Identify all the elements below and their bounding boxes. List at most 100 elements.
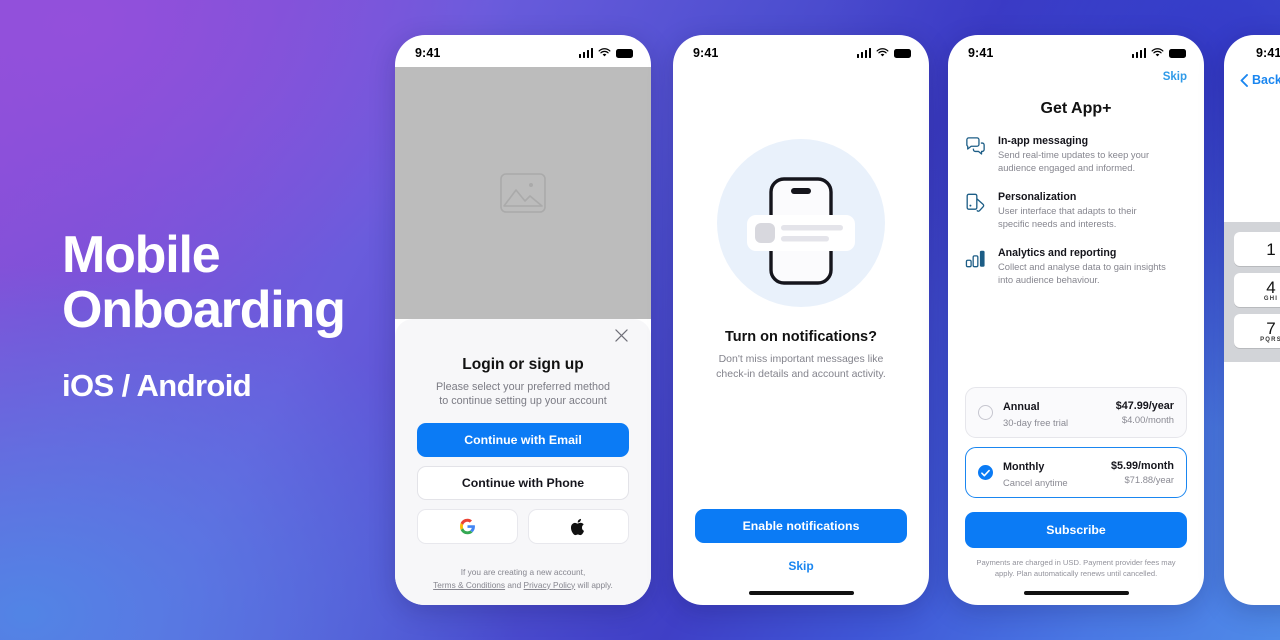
apple-icon (571, 518, 584, 535)
feature-desc-line1: Send real-time updates to keep your (998, 149, 1150, 160)
status-icons (578, 48, 633, 58)
cellular-signal-icon (1131, 48, 1146, 58)
login-subtitle-line1: Please select your preferred method (435, 381, 611, 393)
notifications-subtitle: Don't miss important messages like check… (716, 352, 886, 381)
feature-text: Analytics and reporting Collect and anal… (998, 247, 1166, 286)
key-letters: GHI (1263, 295, 1279, 302)
status-bar: 9:41 (673, 35, 929, 67)
feature-desc-line1: User interface that adapts to their (998, 205, 1137, 216)
key-7[interactable]: 7 PQRS (1234, 314, 1280, 348)
google-signin-button[interactable] (417, 509, 518, 544)
paywall-title: Get App+ (1040, 100, 1112, 117)
plan-info: Annual 30-day free trial (1003, 397, 1106, 428)
plan-price-detail: $71.88/year (1124, 474, 1174, 485)
image-icon (500, 173, 546, 213)
privacy-link[interactable]: Privacy Policy (524, 580, 576, 590)
home-indicator (748, 591, 854, 595)
enable-notifications-button[interactable]: Enable notifications (695, 509, 907, 543)
continue-with-email-button[interactable]: Continue with Email (417, 423, 629, 457)
plan-option-monthly[interactable]: Monthly Cancel anytime $5.99/month $71.8… (965, 447, 1187, 498)
feature-desc-line2: audience engaged and informed. (998, 161, 1136, 173)
google-icon (460, 518, 475, 535)
key-letters: PQRS (1260, 336, 1280, 343)
chevron-left-icon (1240, 73, 1248, 87)
login-bottom-sheet: Login or sign up Please select your pref… (395, 319, 651, 605)
verification-hint: D (1240, 211, 1280, 222)
feature-title: In-app messaging (998, 135, 1089, 147)
feature-desc: Send real-time updates to keep your audi… (998, 149, 1149, 174)
home-indicator (1023, 591, 1129, 595)
plan-pricing: $5.99/month $71.88/year (1111, 460, 1174, 485)
wifi-icon (876, 48, 889, 57)
subscribe-button[interactable]: Subscribe (965, 512, 1187, 548)
status-icons (856, 48, 911, 58)
back-label: Back (1252, 73, 1280, 87)
cellular-signal-icon (578, 48, 593, 58)
feature-title: Analytics and reporting (998, 247, 1117, 259)
plan-option-annual[interactable]: Annual 30-day free trial $47.99/year $4.… (965, 387, 1187, 438)
key-4[interactable]: 4 GHI (1234, 273, 1280, 307)
status-time: 9:41 (968, 46, 994, 60)
phone-screen-verification: 9:41 Back Your 4 D 1 2 (1224, 35, 1280, 605)
payment-note-line2: apply. Plan automatically renews until c… (994, 568, 1158, 578)
skip-link[interactable]: Skip (695, 559, 907, 573)
feature-desc-line2: specific needs and interests. (998, 217, 1117, 229)
plan-list: Annual 30-day free trial $47.99/year $4.… (965, 387, 1187, 595)
back-button[interactable]: Back (1240, 73, 1280, 87)
battery-icon (894, 48, 911, 58)
status-bar: 9:41 (395, 35, 651, 67)
page-subtitle: iOS / Android (62, 368, 252, 403)
key-1[interactable]: 1 (1234, 232, 1280, 266)
key-number: 7 (1266, 318, 1276, 338)
feature-item: In-app messaging Send real-time updates … (965, 135, 1187, 174)
close-icon[interactable] (615, 329, 633, 347)
otp-input-row: 4 (1240, 155, 1280, 197)
legal-and: and (505, 579, 524, 590)
feature-desc: Collect and analyse data to gain insight… (998, 261, 1166, 286)
image-placeholder (395, 67, 651, 319)
radio-selected-icon[interactable] (978, 465, 993, 480)
radio-unselected-icon[interactable] (978, 405, 993, 420)
notifications-subtitle-line1: Don't miss important messages like (718, 353, 884, 365)
status-time: 9:41 (415, 46, 441, 60)
paywall-body: Skip Get App+ In-app messaging Send real… (948, 67, 1204, 605)
plan-price-detail: $4.00/month (1121, 414, 1174, 425)
continue-with-phone-button[interactable]: Continue with Phone (417, 466, 629, 500)
payment-note: Payments are charged in USD. Payment pro… (965, 558, 1187, 579)
verification-prompt: Your (1240, 127, 1280, 139)
feature-title: Personalization (998, 191, 1077, 203)
plan-price: $47.99/year (1115, 400, 1174, 412)
key-number: 4 (1266, 277, 1276, 297)
feature-item: Personalization User interface that adap… (965, 191, 1187, 230)
status-time: 9:41 (1256, 46, 1280, 60)
legal-tail: will apply. (575, 579, 613, 590)
page-title: Mobile Onboarding (62, 228, 402, 338)
phone-screen-paywall: 9:41 Skip Get App+ In-app messaging Send… (948, 35, 1204, 605)
terms-link[interactable]: Terms & Conditions (433, 580, 505, 590)
status-time: 9:41 (693, 46, 719, 60)
notifications-footer: Enable notifications Skip (695, 494, 907, 605)
verification-body: Back Your 4 D 1 2 ABC 3 DEF (1224, 67, 1280, 605)
feature-desc: User interface that adapts to their spec… (998, 205, 1137, 230)
plan-detail: 30-day free trial (1003, 417, 1069, 428)
personalization-icon (965, 191, 987, 230)
login-title: Login or sign up (462, 356, 584, 373)
chat-bubbles-icon (965, 135, 987, 174)
key-number: 1 (1266, 239, 1276, 259)
phone-screen-login: 9:41 Login or sign up Please select your… (395, 35, 651, 605)
social-login-row (417, 509, 629, 544)
skip-link[interactable]: Skip (1163, 71, 1187, 83)
plan-name: Monthly (1003, 461, 1045, 473)
apple-signin-button[interactable] (528, 509, 629, 544)
page-title-line1: Mobile (62, 226, 221, 284)
phone-screen-notifications: 9:41 Turn on notifications? Don't miss i… (673, 35, 929, 605)
wifi-icon (1151, 48, 1164, 57)
page-title-line2: Onboarding (62, 281, 346, 339)
feature-item: Analytics and reporting Collect and anal… (965, 247, 1187, 286)
feature-desc-line1: Collect and analyse data to gain insight… (998, 261, 1166, 272)
login-subtitle: Please select your preferred method to c… (417, 380, 629, 408)
plan-name: Annual (1003, 401, 1040, 413)
plan-pricing: $47.99/year $4.00/month (1116, 400, 1174, 425)
status-bar: 9:41 (948, 35, 1204, 67)
notifications-body: Turn on notifications? Don't miss import… (673, 67, 929, 605)
